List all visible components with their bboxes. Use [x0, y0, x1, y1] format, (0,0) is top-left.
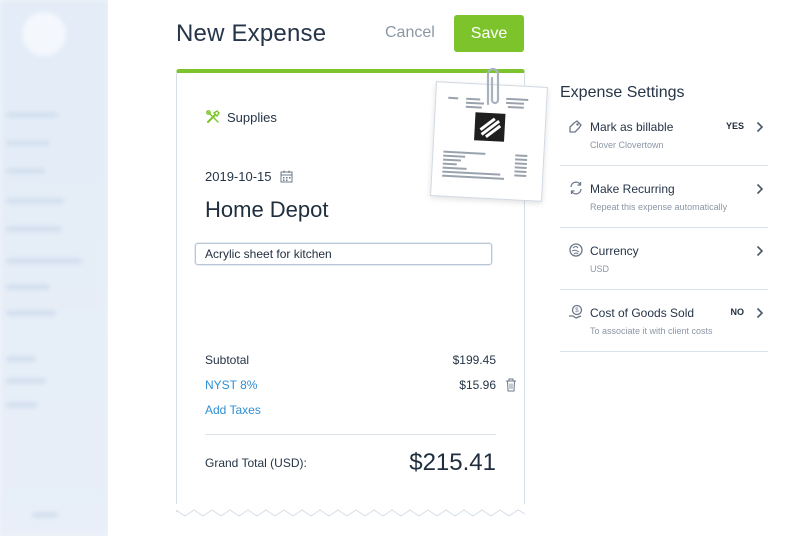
category-selector[interactable]: Supplies [205, 109, 277, 125]
tax-value: $15.96 [459, 378, 496, 392]
cogs-status-badge: NO [730, 307, 745, 317]
billable-icon [569, 120, 582, 133]
sidebar-placeholder [32, 512, 58, 518]
sidebar-placeholder [6, 168, 46, 174]
sidebar [0, 0, 108, 536]
save-button[interactable]: Save [454, 15, 524, 52]
sidebar-placeholder [6, 198, 64, 204]
setting-currency-title: Currency [590, 244, 639, 258]
settings-title: Expense Settings [560, 84, 685, 101]
setting-billable[interactable]: Mark as billable Clover Clovertown YES [560, 104, 768, 166]
cogs-icon: $ [569, 304, 583, 319]
sidebar-placeholder [6, 112, 58, 118]
sidebar-placeholder [6, 140, 50, 146]
calendar-icon[interactable] [280, 170, 293, 183]
category-label: Supplies [227, 109, 277, 125]
setting-cogs-title: Cost of Goods Sold [590, 306, 695, 320]
page-title: New Expense [176, 20, 327, 47]
tax-row: NYST 8% $15.96 [205, 378, 516, 392]
paperclip-icon [486, 67, 500, 106]
setting-currency[interactable]: Currency USD [560, 228, 768, 290]
total-divider [205, 434, 496, 435]
setting-recurring-title: Make Recurring [590, 182, 675, 196]
receipt-torn-edge [176, 504, 525, 517]
subtotal-value: $199.45 [452, 353, 496, 367]
sidebar-placeholder [6, 310, 56, 316]
setting-recurring-subtitle: Repeat this expense automatically [590, 202, 728, 212]
sidebar-placeholder [6, 356, 36, 362]
date-field[interactable]: 2019-10-15 [205, 169, 293, 184]
trash-icon[interactable] [505, 378, 517, 392]
svg-text:$: $ [575, 308, 579, 314]
tools-icon [206, 110, 220, 123]
chevron-right-icon [756, 245, 764, 257]
grand-total-value: $215.41 [409, 449, 496, 476]
merchant-name[interactable]: Home Depot [205, 197, 329, 223]
sidebar-placeholder [6, 258, 82, 264]
subtotal-label: Subtotal [205, 353, 250, 367]
subtotal-row: Subtotal $199.45 [205, 353, 496, 367]
grand-total-row: Grand Total (USD): $215.41 [205, 449, 496, 477]
grand-total-label: Grand Total (USD): [205, 456, 307, 470]
setting-cost-of-goods[interactable]: $ Cost of Goods Sold To associate it wit… [560, 290, 768, 352]
setting-currency-subtitle: USD [590, 264, 610, 274]
description-input[interactable] [195, 243, 492, 265]
setting-recurring[interactable]: Make Recurring Repeat this expense autom… [560, 166, 768, 228]
setting-billable-title: Mark as billable [590, 120, 674, 134]
chevron-right-icon [756, 121, 764, 133]
sidebar-placeholder [6, 378, 46, 384]
cancel-button[interactable]: Cancel [385, 24, 435, 42]
sidebar-placeholder [6, 226, 62, 232]
chevron-right-icon [756, 183, 764, 195]
chevron-right-icon [756, 307, 764, 319]
recurring-icon [570, 181, 582, 195]
setting-billable-subtitle: Clover Clovertown [590, 140, 664, 150]
avatar [22, 12, 66, 56]
billable-status-badge: YES [725, 121, 744, 131]
sidebar-placeholder [6, 284, 50, 290]
setting-cogs-subtitle: To associate it with client costs [590, 326, 713, 336]
add-taxes-link[interactable]: Add Taxes [205, 403, 261, 417]
sidebar-placeholder [6, 402, 38, 408]
currency-icon [569, 243, 583, 257]
tax-name-link[interactable]: NYST 8% [205, 378, 257, 392]
date-value: 2019-10-15 [205, 169, 272, 184]
